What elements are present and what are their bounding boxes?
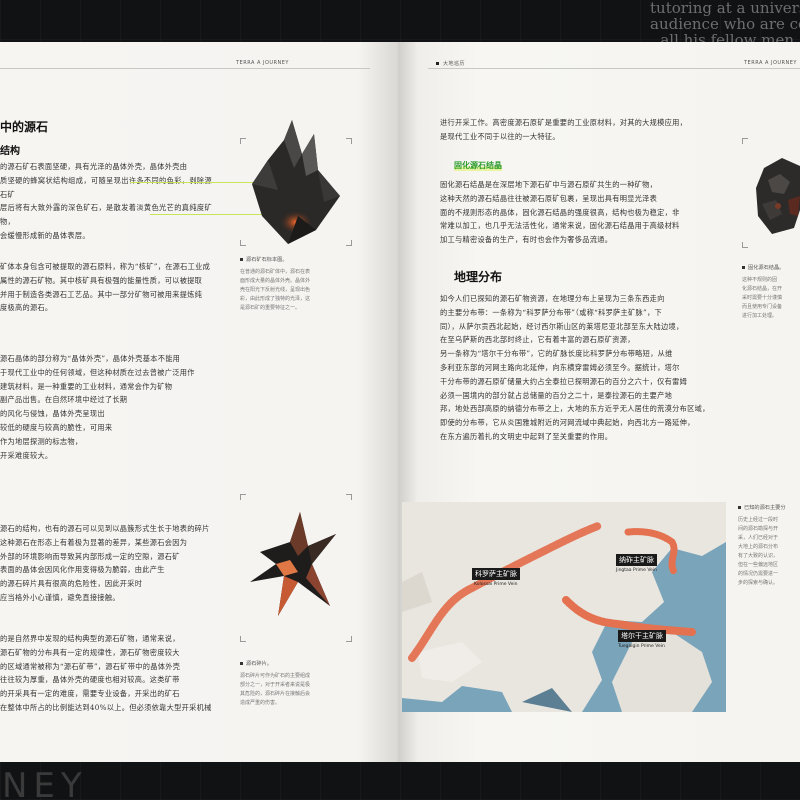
geography-paragraph: 如今人们已探知的源石矿物资源，在地理分布上呈现为三条东西走向 的主要分布带：一条… — [440, 294, 710, 441]
left-page: TERRA A JOURNEY 中的源石 结构 的源石矿石表面坚硬，具有光泽的晶… — [0, 42, 398, 762]
crystal-caption: 固化源石结晶。 这种不规则的固 化源石结晶，在开 采时需要十分谨慎 而且使用专门… — [742, 264, 800, 321]
right-header-rule — [428, 68, 800, 69]
geography-heading: 地理分布 — [454, 270, 503, 284]
right-running-head-left: 大地巡历 — [436, 60, 465, 67]
crystal-caption-text: 这种不规则的固 化源石结晶，在开 采时需要十分谨慎 而且使用专门设备 进行加工处… — [742, 277, 783, 319]
map-graphic — [402, 502, 726, 712]
left-header-rule — [0, 68, 370, 69]
figure1-caption-title: 源石矿石标本图。 — [246, 257, 288, 263]
map-sublabel-tuegalgin: Tuegalgin Prime Vein — [618, 644, 665, 649]
green-heading: 固化源石结晶 — [454, 160, 502, 171]
crystal-caption-title: 固化源石结晶。 — [748, 265, 785, 271]
caption-marker-icon — [738, 506, 741, 509]
background-text-line: tutoring at a university — [650, 0, 800, 17]
paragraph-structure: 的源石矿石表面坚硬，具有光泽的晶体外壳，晶体外壳由 质坚硬的蜂窝状结构组成，可随… — [0, 162, 212, 240]
caption-marker-icon — [240, 258, 243, 261]
map-caption-title: 已知的源石主要分 — [744, 505, 786, 511]
section-subtitle: 结构 — [0, 146, 20, 157]
map-sublabel-jingtaa: Jingtaa Prime Vein — [616, 568, 657, 573]
caption-marker-icon — [742, 266, 745, 269]
background-logo: NEY — [2, 766, 88, 800]
map-caption-text: 历史上经过一段时 间的源石勘探与开 采，人们已经对于 大地上的源石分布 有了大致… — [738, 517, 779, 586]
map-caption: 已知的源石主要分 历史上经过一段时 间的源石勘探与开 采，人们已经对于 大地上的… — [738, 504, 800, 588]
left-running-head: TERRA A JOURNEY — [236, 60, 289, 66]
right-page: 大地巡历 TERRA A JOURNEY 进行开采工作。高密度源石原矿是重要的工… — [398, 42, 800, 762]
header-marker-icon — [436, 62, 439, 65]
crystal-specimen-image — [756, 158, 800, 234]
paragraph-core: 矿体本身包含可被提取的源石原料，称为“核矿”，在源石工业成 属性的源石矿物。其中… — [0, 262, 211, 313]
map-label-jingtaa: 纳砟主矿脉 — [616, 554, 657, 566]
intro-paragraph: 进行开采工作。高密度源石原矿是重要的工业原材料，对其的大规模应用， 是现代工业不… — [440, 118, 688, 141]
figure1-caption-text: 在普通的源石矿体中，源石在表 面形成大量的晶体外壳。晶体外 壳在阳光下反射光线，… — [240, 269, 311, 311]
map-sublabel-kolossai: Kolossai Prime Vein — [474, 582, 518, 587]
ore-specimen-image — [252, 120, 340, 244]
vein-distribution-map: 科罗萨主矿脉 Kolossai Prime Vein 纳砟主矿脉 Jingtaa… — [402, 502, 726, 712]
background-text-line: audience who are con — [650, 15, 800, 33]
figure2-caption: 源石碎片。 源石碎片可作为矿石的主要组成 部分之一，对于开采者来说是极 其危险的… — [240, 660, 360, 708]
shard-specimen-image — [250, 512, 336, 616]
right-running-head-left-text: 大地巡历 — [443, 61, 466, 67]
paragraph-fragment: 源石的结构，也有的源石可以见到以晶簇形式生长于地表的碎片 这种源石在形态上有着极… — [0, 524, 210, 602]
caption-marker-icon — [240, 662, 243, 665]
paragraph-veins: 的是自然界中发现的结构典型的源石矿物，通常来说， 源石矿物的分布具有一定的规律性… — [0, 634, 212, 712]
figure2-caption-text: 源石碎片可作为矿石的主要组成 部分之一，对于开采者来说是极 其危险的，源石碎片在… — [240, 673, 311, 706]
background-text: tutoring at a university audience who ar… — [650, 0, 800, 48]
figure1-caption: 源石矿石标本图。 在普通的源石矿体中，源石在表 面形成大量的晶体外壳。晶体外 壳… — [240, 256, 360, 313]
right-running-head-right: TERRA A JOURNEY — [744, 60, 797, 66]
crystal-paragraph: 固化源石结晶是在深层地下源石矿中与源石原矿共生的一种矿物， 这种天然的源石结晶往… — [440, 180, 680, 245]
map-label-tuegalgin: 塔尔干主矿脉 — [618, 630, 666, 642]
paragraph-shell: 源石晶体的部分称为“晶体外壳”，晶体外壳基本不能用 于现代工业中的任何领域，但这… — [0, 354, 195, 460]
map-label-kolossai: 科罗萨主矿脉 — [472, 568, 520, 580]
figure2-caption-title: 源石碎片。 — [246, 661, 272, 667]
section-title: 中的源石 — [0, 120, 49, 134]
